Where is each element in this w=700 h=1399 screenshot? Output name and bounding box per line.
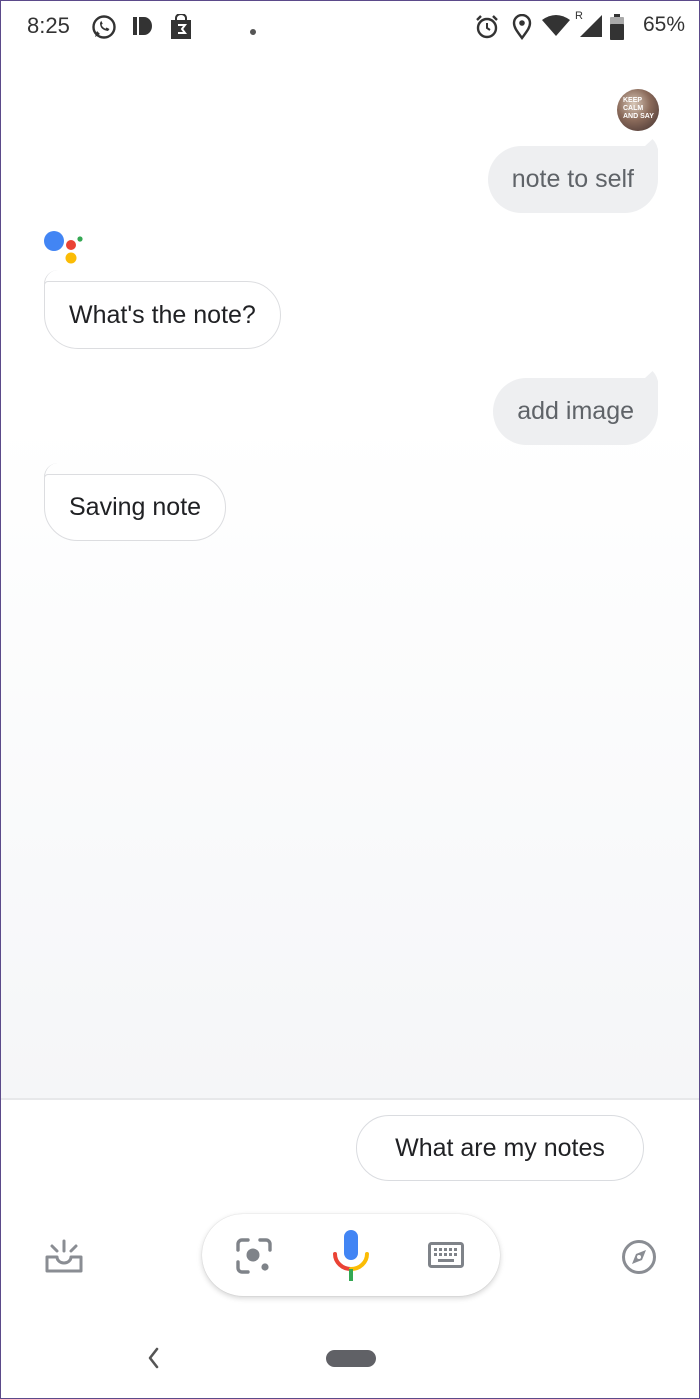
lens-icon[interactable] bbox=[236, 1238, 272, 1274]
home-pill-icon[interactable] bbox=[326, 1350, 376, 1367]
roaming-signal-icon bbox=[579, 14, 603, 43]
user-avatar[interactable]: KEEP CALM AND SAY bbox=[617, 89, 659, 131]
alarm-icon bbox=[475, 14, 499, 45]
google-assistant-icon bbox=[44, 231, 83, 264]
updates-tray-icon[interactable] bbox=[44, 1239, 84, 1275]
divider bbox=[1, 1098, 699, 1100]
notification-dot-icon bbox=[249, 23, 257, 41]
assistant-input-bar bbox=[202, 1214, 500, 1296]
status-time: 8:25 bbox=[27, 13, 70, 38]
avatar-image-lettering: KEEP CALM AND SAY bbox=[623, 97, 654, 120]
battery-icon bbox=[610, 14, 624, 45]
mic-icon[interactable] bbox=[332, 1230, 370, 1282]
status-bar: 8:25 R 65% bbox=[1, 1, 699, 55]
wifi-icon bbox=[542, 14, 570, 43]
user-message-text: add image bbox=[517, 397, 634, 425]
d-app-icon bbox=[132, 14, 154, 43]
suggestion-chip-label: What are my notes bbox=[395, 1133, 605, 1162]
user-message-bubble: note to self bbox=[487, 146, 658, 213]
back-chevron-icon[interactable] bbox=[145, 1345, 161, 1371]
battery-percent: 65% bbox=[642, 13, 685, 36]
explore-compass-icon[interactable] bbox=[621, 1239, 657, 1275]
assistant-message-text: What's the note? bbox=[69, 300, 256, 329]
assistant-message-text: Saving note bbox=[69, 493, 202, 521]
user-message-bubble: add image bbox=[493, 378, 658, 445]
assistant-message-bubble: What's the note? bbox=[44, 270, 281, 349]
suggestion-chip[interactable]: What are my notes bbox=[356, 1115, 644, 1181]
assistant-message-bubble: Saving note bbox=[44, 463, 227, 541]
whatsapp-icon bbox=[91, 14, 117, 45]
keyboard-icon[interactable] bbox=[428, 1242, 464, 1268]
user-message-text: note to self bbox=[511, 165, 634, 193]
location-icon bbox=[512, 13, 532, 45]
shop-bag-icon bbox=[169, 13, 193, 45]
